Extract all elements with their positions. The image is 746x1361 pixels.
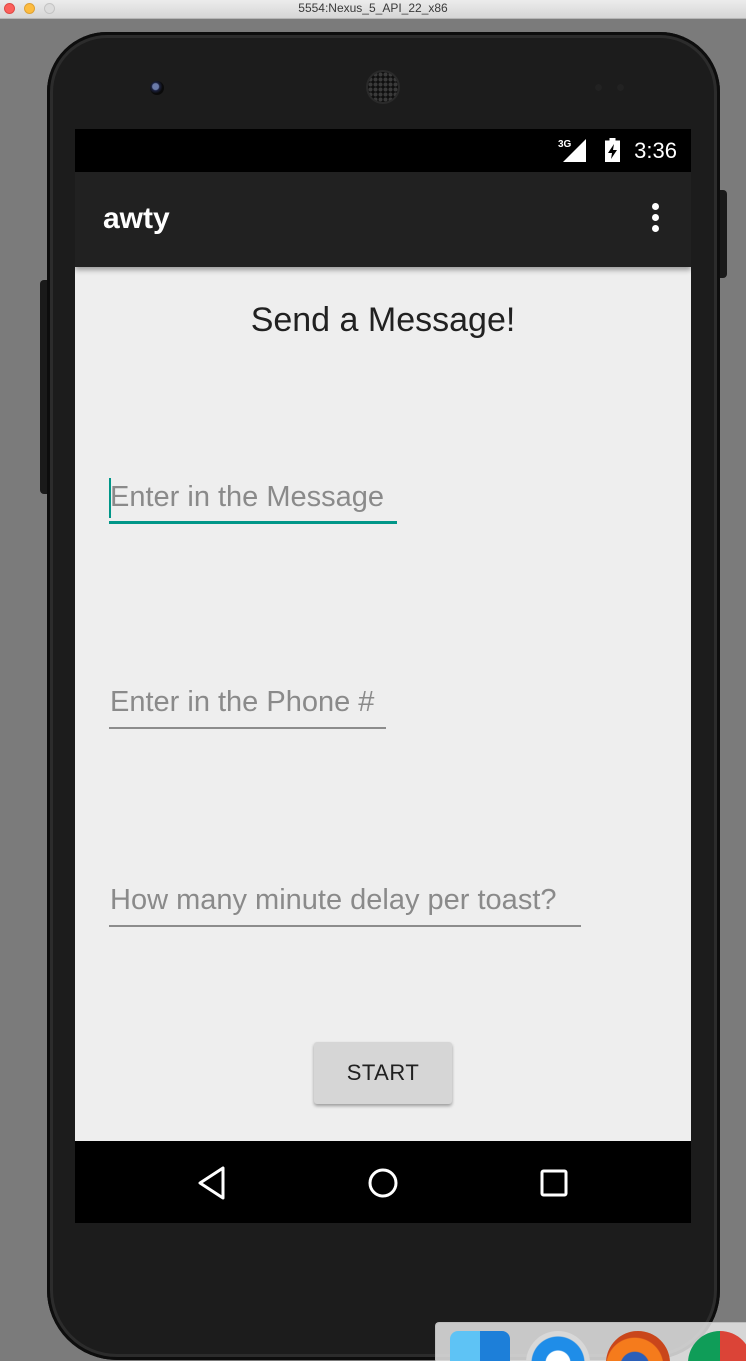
finder-icon[interactable] bbox=[450, 1331, 510, 1361]
front-camera-icon bbox=[150, 81, 164, 95]
recents-square-icon[interactable] bbox=[530, 1159, 578, 1207]
page-heading: Send a Message! bbox=[250, 301, 516, 339]
message-input[interactable] bbox=[110, 476, 396, 518]
network-type-label: 3G bbox=[558, 139, 572, 150]
device-screen: 3G 3:36 awty Send a Message! START bbox=[75, 129, 691, 1223]
more-vert-icon[interactable] bbox=[645, 203, 665, 237]
navigation-bar bbox=[75, 1141, 691, 1223]
status-time: 3:36 bbox=[634, 138, 677, 163]
delay-input[interactable] bbox=[110, 879, 580, 921]
message-field-container bbox=[109, 476, 397, 524]
cell-signal-icon: 3G bbox=[558, 139, 586, 162]
phone-input[interactable] bbox=[110, 681, 385, 723]
light-sensor bbox=[617, 84, 624, 91]
safari-icon[interactable] bbox=[526, 1331, 590, 1361]
power-hardware-button[interactable] bbox=[719, 190, 727, 278]
app-bar: awty bbox=[75, 172, 691, 267]
emulator-window-titlebar: 5554:Nexus_5_API_22_x86 bbox=[0, 0, 746, 19]
earpiece-speaker-icon bbox=[368, 72, 398, 102]
window-title: 5554:Nexus_5_API_22_x86 bbox=[298, 1, 448, 15]
delay-field-container bbox=[109, 879, 581, 927]
phone-field-container bbox=[109, 681, 386, 729]
text-cursor bbox=[109, 478, 111, 518]
start-button[interactable]: START bbox=[314, 1042, 452, 1104]
proximity-sensor bbox=[595, 84, 602, 91]
battery-charging-icon bbox=[605, 138, 620, 162]
mac-dock bbox=[435, 1322, 746, 1361]
chrome-icon[interactable] bbox=[688, 1331, 746, 1361]
home-circle-icon[interactable] bbox=[359, 1159, 407, 1207]
firefox-icon[interactable] bbox=[606, 1331, 670, 1361]
app-title: awty bbox=[103, 202, 170, 235]
status-bar: 3G 3:36 bbox=[75, 129, 691, 172]
back-triangle-icon[interactable] bbox=[188, 1159, 236, 1207]
